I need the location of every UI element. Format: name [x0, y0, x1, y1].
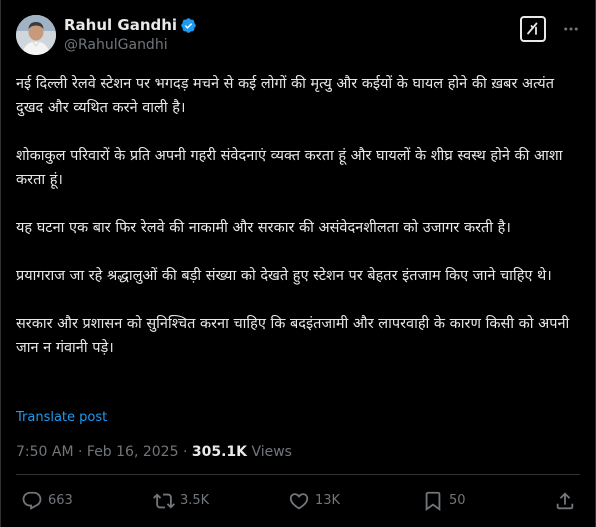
author-handle[interactable]: @RahulGandhi [64, 36, 197, 55]
grok-button[interactable] [520, 16, 546, 42]
translate-post-link[interactable]: Translate post [16, 409, 107, 426]
post-meta: 7:50 AM · Feb 16, 2025 · 305.1K Views [16, 443, 292, 461]
like-count: 13K [315, 493, 341, 508]
repost-count: 3.5K [180, 493, 210, 508]
post-paragraph: प्रयागराज जा रहे श्रद्धालुओं की बड़ी संख… [16, 268, 552, 284]
grok-icon [527, 22, 538, 35]
share-button[interactable] [554, 489, 576, 513]
bookmark-count: 50 [449, 493, 466, 508]
post-paragraph: नई दिल्ली रेलवे स्टेशन पर भगदड़ मचने से … [16, 76, 554, 116]
post-date[interactable]: Feb 16, 2025 [87, 444, 179, 460]
post-header: Rahul Gandhi @RahulGandhi [16, 13, 581, 57]
post-card: Rahul Gandhi @RahulGandhi नई दिल्ली रेलव… [0, 0, 596, 527]
post-paragraph: सरकार और प्रशासन को सुनिश्चित करना चाहिए… [16, 316, 570, 356]
divider [16, 474, 580, 475]
repost-icon [153, 493, 175, 509]
views-label: Views [251, 444, 292, 460]
share-icon [556, 492, 574, 510]
more-horizontal-icon [564, 27, 578, 31]
post-text: नई दिल्ली रेलवे स्टेशन पर भगदड़ मचने से … [16, 72, 576, 360]
post-paragraph: शोकाकुल परिवारों के प्रति अपनी गहरी संवे… [16, 148, 563, 188]
bookmark-icon [425, 491, 441, 512]
meta-separator: · [78, 444, 83, 460]
heart-icon [289, 493, 309, 510]
avatar[interactable] [16, 15, 56, 55]
author-info: Rahul Gandhi @RahulGandhi [64, 16, 197, 55]
meta-separator: · [182, 444, 188, 460]
verified-badge-icon [180, 17, 197, 34]
action-bar: 663 3.5K 13K 50 [1, 489, 595, 513]
reply-count: 663 [48, 493, 73, 508]
avatar-image [16, 15, 56, 55]
bookmark-button[interactable]: 50 [422, 489, 466, 513]
reply-button[interactable]: 663 [21, 489, 73, 513]
author-display-name[interactable]: Rahul Gandhi [64, 16, 177, 35]
views-count: 305.1K [191, 444, 247, 460]
post-paragraph: यह घटना एक बार फिर रेलवे की नाकामी और सर… [16, 220, 511, 236]
more-options-button[interactable] [561, 19, 581, 39]
like-button[interactable]: 13K [288, 489, 340, 513]
reply-icon [22, 491, 42, 510]
repost-button[interactable]: 3.5K [153, 489, 209, 513]
post-time[interactable]: 7:50 AM [16, 444, 74, 460]
